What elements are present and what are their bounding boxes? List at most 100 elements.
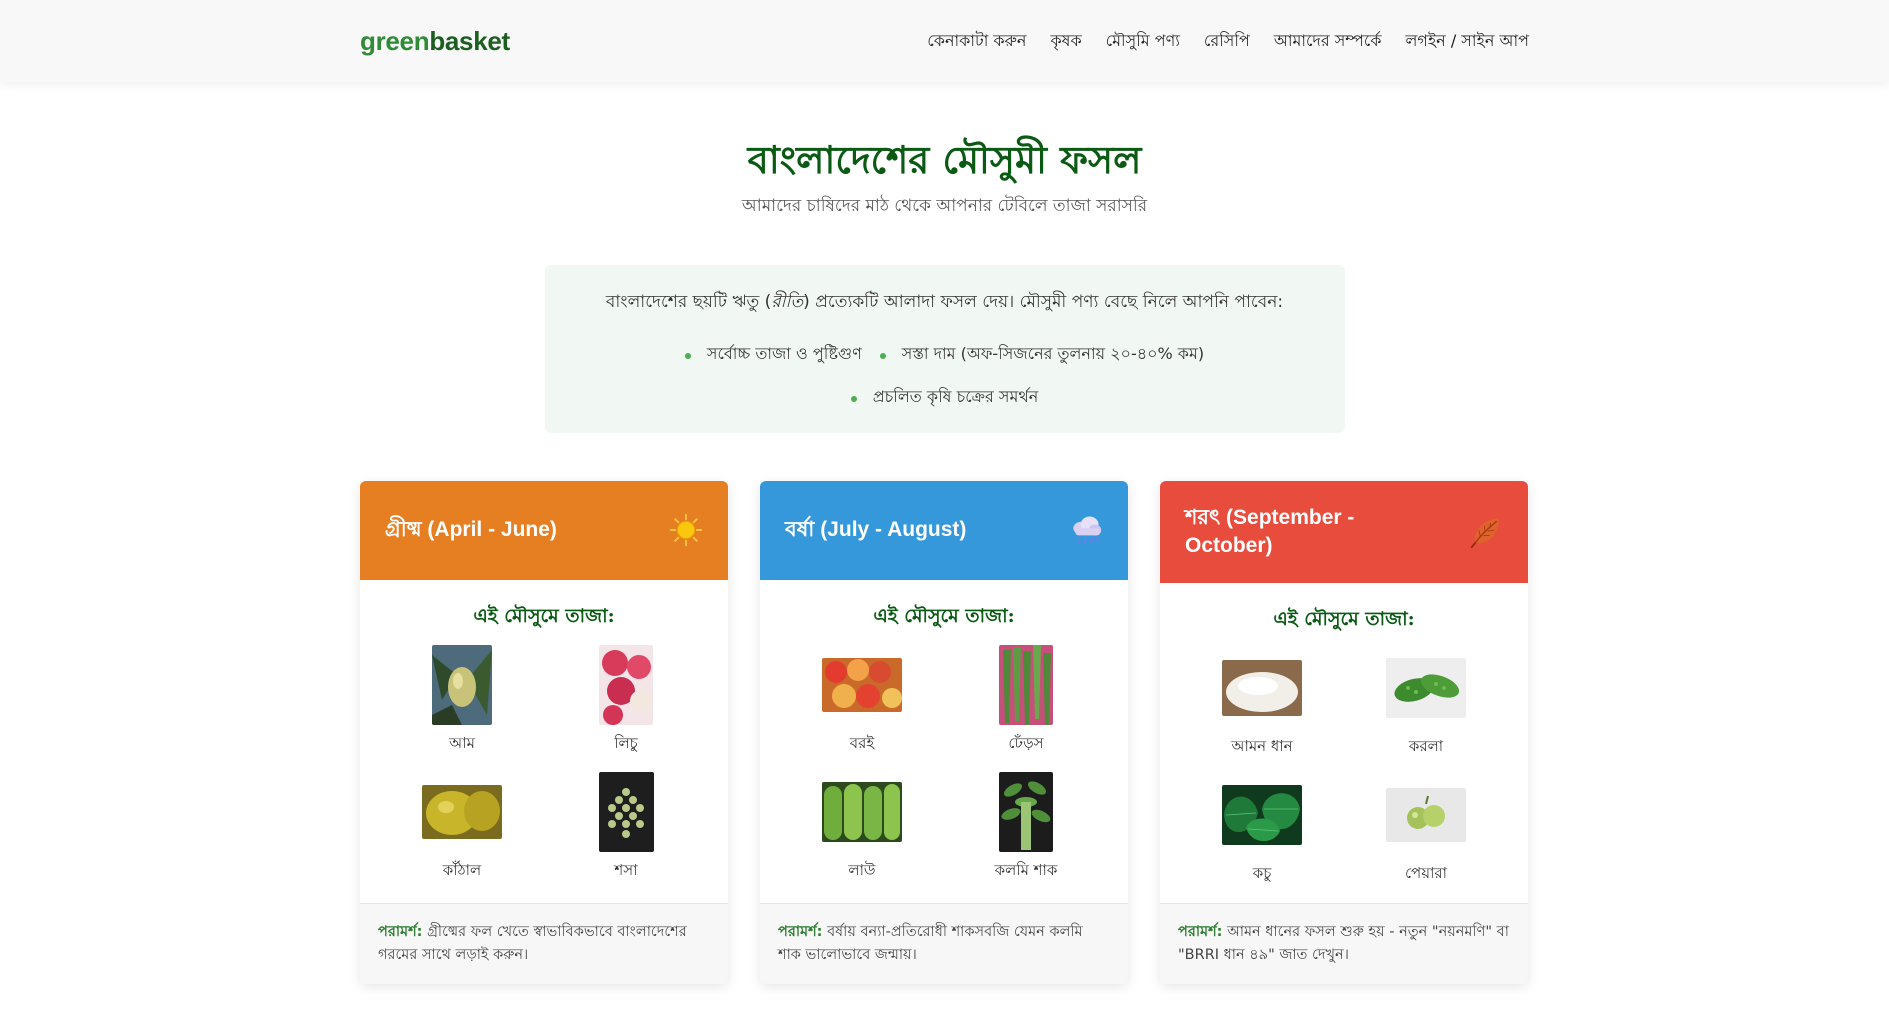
produce-name: বরই xyxy=(849,733,875,752)
intro-box: বাংলাদেশের ছয়টি ঋতু (রীতি) প্রত্যেকটি আ… xyxy=(544,264,1345,433)
thumb-box xyxy=(599,644,653,726)
nav-link-shop[interactable]: কেনাকাটা করুন xyxy=(927,28,1026,55)
water-spinach-image xyxy=(999,771,1053,852)
produce-name: কাঁঠাল xyxy=(442,860,482,879)
taro-leaf-image xyxy=(1222,784,1302,845)
autumn-leaf-icon xyxy=(1470,518,1499,548)
benefit-item: সর্বোচ্চ তাজা ও পুষ্টিগুণ xyxy=(684,341,862,368)
thumb-box xyxy=(432,644,492,726)
produce-grid: বরই ঢেঁড়স লাউ কলমি শাক xyxy=(780,644,1108,884)
thumb-box xyxy=(1386,774,1466,856)
produce-item[interactable]: কাঁঠাল xyxy=(380,771,544,884)
season-tip: পরামর্শ: আমন ধানের ফসল শুরু হয় - নতুন "… xyxy=(1160,902,1528,984)
intro-text-start: বাংলাদেশের ছয়টি ঋতু ( xyxy=(605,291,772,312)
thumb-box xyxy=(1386,647,1466,729)
produce-item[interactable]: বরই xyxy=(780,644,944,757)
season-title: শরৎ (September - October) xyxy=(1185,506,1355,557)
produce-item[interactable]: ঢেঁড়স xyxy=(944,644,1108,757)
thumb-box xyxy=(822,771,902,853)
produce-item[interactable]: পেয়ারা xyxy=(1344,774,1508,887)
season-card-summer: গ্রীষ্ম (April - June) এই মৌসুমে তাজা: আ… xyxy=(360,480,728,984)
fresh-heading: এই মৌসুমে তাজা: xyxy=(1273,607,1415,630)
season-body: এই মৌসুমে তাজা: আম লিচু কাঁঠাল শসা xyxy=(360,580,728,884)
produce-name: শসা xyxy=(614,860,638,879)
thumb-box xyxy=(422,771,502,853)
produce-name: লিচু xyxy=(614,733,638,752)
nav-link-about[interactable]: আমাদের সম্পর্কে xyxy=(1274,28,1382,55)
produce-name: কচু xyxy=(1252,863,1272,882)
produce-item[interactable]: লিচু xyxy=(544,644,708,757)
guava-image xyxy=(1386,787,1466,842)
produce-name: কলমি শাক xyxy=(994,860,1058,879)
produce-grid: আমন ধান করলা কচু পেয়ারা xyxy=(1180,647,1508,887)
benefits-list: সর্বোচ্চ তাজা ও পুষ্টিগুণ সস্তা দাম (অফ-… xyxy=(635,341,1255,411)
intro-text-emphasis: রীতি xyxy=(771,291,804,312)
fresh-heading: এই মৌসুমে তাজা: xyxy=(873,604,1015,627)
thumb-box xyxy=(999,771,1053,853)
produce-item[interactable]: লাউ xyxy=(780,771,944,884)
season-tip: পরামর্শ: গ্রীষ্মের ফল খেতে স্বাভাবিকভাবে… xyxy=(360,902,728,984)
thumb-box xyxy=(1222,774,1302,856)
sun-icon xyxy=(669,513,703,547)
produce-item[interactable]: করলা xyxy=(1344,647,1508,760)
navbar: greenbasket কেনাকাটা করুন কৃষক মৌসুমি পণ… xyxy=(0,0,1889,82)
benefit-item: প্রচলিত কৃষি চক্রের সমর্থন xyxy=(850,384,1038,411)
nav-link-seasonal[interactable]: মৌসুমি পণ্য xyxy=(1106,28,1180,55)
season-body: এই মৌসুমে তাজা: আমন ধান করলা কচু পেয়ারা xyxy=(1160,583,1528,887)
nav-link-farmers[interactable]: কৃষক xyxy=(1050,28,1081,55)
nav-link-recipes[interactable]: রেসিপি xyxy=(1204,28,1250,55)
produce-name: লাউ xyxy=(848,860,876,879)
thumb-box xyxy=(822,644,902,726)
produce-item[interactable]: আমন ধান xyxy=(1180,647,1344,760)
brand-part-green: green xyxy=(360,25,430,56)
jujube-image xyxy=(822,657,902,712)
tip-text: বর্ষায় বন্যা-প্রতিরোধী শাকসবজি যেমন কলম… xyxy=(778,923,1083,963)
produce-item[interactable]: কলমি শাক xyxy=(944,771,1108,884)
rain-cloud-icon xyxy=(1073,516,1102,545)
mango-image xyxy=(432,644,492,725)
tip-text: গ্রীষ্মের ফল খেতে স্বাভাবিকভাবে বাংলাদেশ… xyxy=(378,923,687,963)
nav-links: কেনাকাটা করুন কৃষক মৌসুমি পণ্য রেসিপি আম… xyxy=(927,28,1529,55)
produce-name: ঢেঁড়স xyxy=(1008,733,1044,752)
produce-item[interactable]: শসা xyxy=(544,771,708,884)
season-cards: গ্রীষ্ম (April - June) এই মৌসুমে তাজা: আ… xyxy=(360,480,1529,984)
season-card-monsoon: বর্ষা (July - August) এই মৌসুমে তাজা: বর… xyxy=(760,480,1128,984)
season-title: গ্রীষ্ম (April - June) xyxy=(385,518,557,542)
brand-part-basket: basket xyxy=(429,25,510,56)
tip-label: পরামর্শ: xyxy=(1178,923,1223,940)
navbar-inner: greenbasket কেনাকাটা করুন কৃষক মৌসুমি পণ… xyxy=(360,0,1529,82)
bottle-gourd-image xyxy=(822,781,902,842)
produce-item[interactable]: আম xyxy=(380,644,544,757)
produce-name: পেয়ারা xyxy=(1404,863,1448,882)
thumb-box xyxy=(1222,647,1302,729)
produce-grid: আম লিচু কাঁঠাল শসা xyxy=(380,644,708,884)
season-card-autumn: শরৎ (September - October) এই মৌসুমে তাজা… xyxy=(1160,480,1528,984)
intro-text-end: ) প্রত্যেকটি আলাদা ফসল দেয়। মৌসুমী পণ্য… xyxy=(803,291,1284,312)
tip-label: পরামর্শ: xyxy=(778,923,823,940)
cucumber-image xyxy=(598,771,654,852)
nav-link-login[interactable]: লগইন / সাইন আপ xyxy=(1405,28,1529,55)
season-header: বর্ষা (July - August) xyxy=(760,480,1128,580)
tip-label: পরামর্শ: xyxy=(378,923,423,940)
season-title: বর্ষা (July - August) xyxy=(785,518,967,542)
fresh-heading: এই মৌসুমে তাজা: xyxy=(473,604,615,627)
season-header: শরৎ (September - October) xyxy=(1160,480,1528,583)
thumb-box xyxy=(999,644,1053,726)
intro-text: বাংলাদেশের ছয়টি ঋতু (রীতি) প্রত্যেকটি আ… xyxy=(565,289,1325,317)
litchi-image xyxy=(599,644,653,725)
produce-name: আম xyxy=(449,733,475,752)
page-title: বাংলাদেশের মৌসুমী ফসল xyxy=(747,137,1142,182)
benefit-item: সস্তা দাম (অফ-সিজনের তুলনায় ২০-৪০% কম) xyxy=(879,341,1204,368)
brand-logo[interactable]: greenbasket xyxy=(360,26,510,57)
season-body: এই মৌসুমে তাজা: বরই ঢেঁড়স লাউ কলমি শাক xyxy=(760,580,1128,884)
season-header: গ্রীষ্ম (April - June) xyxy=(360,480,728,580)
aman-rice-image xyxy=(1222,659,1302,716)
produce-item[interactable]: কচু xyxy=(1180,774,1344,887)
produce-name: করলা xyxy=(1408,736,1444,755)
produce-name: আমন ধান xyxy=(1231,736,1293,755)
thumb-box xyxy=(598,771,654,853)
jackfruit-image xyxy=(422,784,502,839)
season-tip: পরামর্শ: বর্ষায় বন্যা-প্রতিরোধী শাকসবজি… xyxy=(760,902,1128,984)
okra-image xyxy=(999,644,1053,725)
bitter-gourd-image xyxy=(1386,657,1466,718)
